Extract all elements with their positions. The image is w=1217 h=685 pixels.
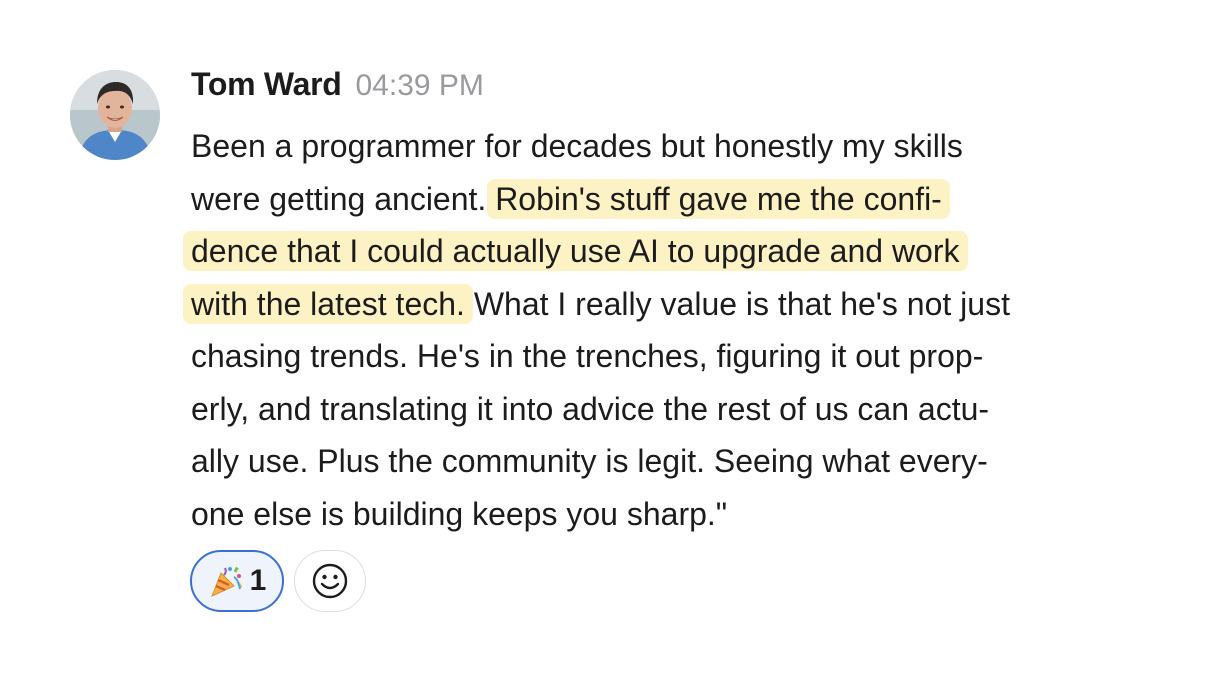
message-line: chasing trends. He's in the trenches, fi… xyxy=(191,330,1171,383)
author-name[interactable]: Tom Ward xyxy=(191,66,342,103)
reactions-bar: 1 xyxy=(190,550,366,612)
message-line: ally use. Plus the community is legit. S… xyxy=(191,435,1171,488)
highlighted-text: with the latest tech. xyxy=(183,283,473,324)
line-text: Been a programmer for decades but honest… xyxy=(191,128,963,164)
highlighted-text: Robin's stuff gave me the confi- xyxy=(487,178,950,219)
highlighted-text: dence that I could actually use AI to up… xyxy=(183,231,968,271)
line-text: one else is building keeps you sharp." xyxy=(191,495,728,532)
add-reaction-button[interactable] xyxy=(294,550,366,612)
reaction-count: 1 xyxy=(249,564,267,597)
line-text: erly, and translating it into advice the… xyxy=(191,390,990,427)
message-line: erly, and translating it into advice the… xyxy=(191,383,1171,436)
line-text: chasing trends. He's in the trenches, fi… xyxy=(191,338,984,374)
message-line: with the latest tech. What I really valu… xyxy=(183,278,1171,331)
message-content: Tom Ward 04:39 PM Been a programmer for … xyxy=(183,66,1171,541)
line-text: were getting ancient. xyxy=(191,180,496,217)
line-text: ally use. Plus the community is legit. S… xyxy=(191,443,988,479)
message-header: Tom Ward 04:39 PM xyxy=(191,66,1171,110)
party-popper-icon xyxy=(210,566,242,597)
line-text: What I really value is that he's not jus… xyxy=(464,285,1010,322)
message-line: one else is building keeps you sharp." xyxy=(191,488,1171,541)
message-body: Been a programmer for decades but honest… xyxy=(183,120,1171,541)
add-reaction-smiley-icon xyxy=(312,563,348,599)
party-popper-reaction-button[interactable]: 1 xyxy=(190,550,284,612)
message-line: Been a programmer for decades but honest… xyxy=(191,120,1171,173)
message-timestamp[interactable]: 04:39 PM xyxy=(355,69,483,103)
message-line: dence that I could actually use AI to up… xyxy=(183,225,1171,278)
message-line: were getting ancient. Robin's stuff gave… xyxy=(191,173,1171,226)
avatar-photo-icon xyxy=(70,70,160,160)
user-avatar[interactable] xyxy=(70,70,160,160)
